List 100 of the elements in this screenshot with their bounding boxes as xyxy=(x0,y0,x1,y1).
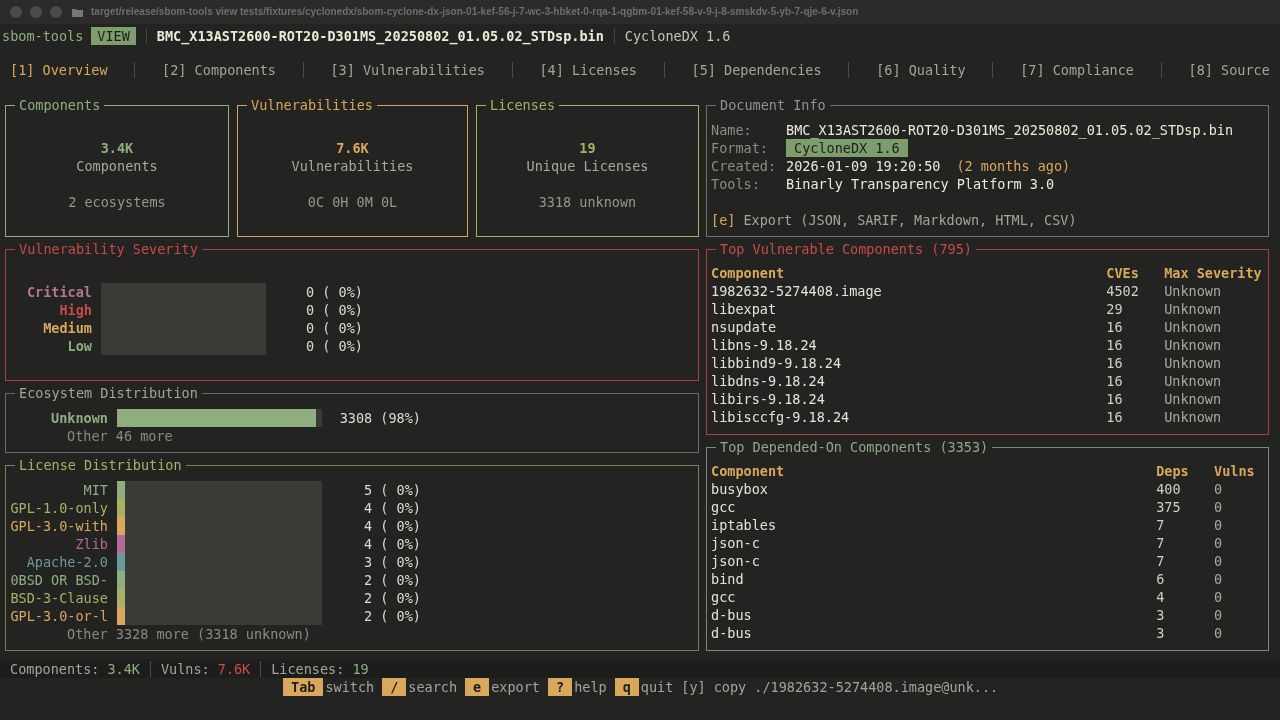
bar-reading: 0 ( 0%) xyxy=(305,283,363,301)
stat-value: 3.4K xyxy=(100,139,134,157)
table-cell-text: libbind9-9.18.24 xyxy=(711,354,843,372)
table-cell-text: Unknown xyxy=(1164,390,1223,408)
table-cell-text: 375 xyxy=(1156,498,1182,516)
table-cell-text: json-c xyxy=(711,534,761,552)
key-hint: switch xyxy=(325,678,375,696)
bar-label: GPL-3.0-with xyxy=(9,517,108,535)
bar-label: MIT xyxy=(82,481,108,499)
table-cell-text: Unknown xyxy=(1164,318,1223,336)
bar-reading: 0 ( 0%) xyxy=(305,319,363,337)
app-name: sbom-tools xyxy=(1,27,84,45)
bar-reading: 5 ( 0%) xyxy=(363,481,421,499)
table-cell-text: 16 xyxy=(1106,354,1124,372)
table-cell-text: Unknown xyxy=(1164,282,1223,300)
table-cell-text: 16 xyxy=(1106,408,1124,426)
bar-label: Zlib xyxy=(74,535,108,553)
table-cell-text: 0 xyxy=(1214,624,1224,642)
table-cell-text: 0 xyxy=(1214,570,1224,588)
table-cell-text: 0 xyxy=(1214,480,1224,498)
format-badge: CycloneDX 1.6 xyxy=(786,139,908,157)
table-cell-text: 7 xyxy=(1156,534,1166,552)
key-hint: copy ./1982632-5274408.image@unk... xyxy=(713,678,999,696)
field-label: Tools: xyxy=(711,175,761,193)
table-cell-text: 1982632-5274408.image xyxy=(711,282,883,300)
file-name: BMC_X13AST2600-ROT20-D301MS_20250802_01.05.02_STDsp.bin xyxy=(156,27,604,45)
stat-value: 19 xyxy=(579,139,596,157)
stat-detail: 2 ecosystems xyxy=(68,193,166,211)
bar-reading: 2 ( 0%) xyxy=(363,571,421,589)
table-cell-text: json-c xyxy=(711,552,761,570)
stat-detail: 0C 0H 0M 0L xyxy=(307,193,398,211)
folder-icon xyxy=(72,7,83,17)
bar-label: Medium xyxy=(42,319,92,337)
table-cell-text: d-bus xyxy=(711,606,753,624)
table-cell-text: gcc xyxy=(711,588,737,606)
field-note: (2 months ago) xyxy=(956,157,1071,175)
status-value: 3.4K xyxy=(107,659,140,678)
field-value: Binarly Transparency Platform 3.0 xyxy=(786,175,1055,193)
tab[interactable]: [2] Components xyxy=(162,61,276,79)
table-cell-text: 29 xyxy=(1106,300,1124,318)
status-label: Vulns: xyxy=(160,659,210,678)
table-cell-text: Unknown xyxy=(1164,336,1223,354)
table-cell-text: Unknown xyxy=(1164,300,1223,318)
field-label: Created: xyxy=(711,157,778,175)
export-key[interactable]: [e] xyxy=(711,211,736,229)
stat-detail: 3318 unknown xyxy=(538,193,637,211)
tab[interactable]: [8] Source xyxy=(1188,61,1270,79)
bar-reading: 0 ( 0%) xyxy=(305,337,363,355)
key-hint: search xyxy=(408,678,458,696)
tab[interactable]: [6] Quality xyxy=(876,61,966,79)
column-header: Deps xyxy=(1156,462,1190,480)
column-header: CVEs xyxy=(1106,264,1140,282)
table-cell-text: 0 xyxy=(1214,552,1224,570)
table-cell-text: libexpat xyxy=(711,300,778,318)
key-cap: Tab xyxy=(283,678,324,696)
table-cell-text: bind xyxy=(711,570,745,588)
panel-title: Top Depended-On Components (3353) xyxy=(716,438,993,456)
table-cell-text: 0 xyxy=(1214,516,1224,534)
table-cell-text: nsupdate xyxy=(711,318,778,336)
table-cell-text: 4 xyxy=(1156,588,1166,606)
minimize-button[interactable] xyxy=(30,6,42,18)
column-header: Component xyxy=(711,264,786,282)
table-cell-text: 7 xyxy=(1156,516,1166,534)
bar-reading: 3308 (98%) xyxy=(338,409,421,427)
tab[interactable]: [3] Vulnerabilities xyxy=(330,61,485,79)
bar-reading: 2 ( 0%) xyxy=(363,607,421,625)
format-label: CycloneDX 1.6 xyxy=(624,27,731,45)
table-cell-text: libdns-9.18.24 xyxy=(711,372,826,390)
table-cell-text: 0 xyxy=(1214,606,1224,624)
tab[interactable]: [7] Compliance xyxy=(1020,61,1134,79)
key-cap: / xyxy=(382,678,407,696)
column-header: Component xyxy=(711,462,786,480)
bar-label: Unknown xyxy=(50,409,108,427)
bar-reading: 4 ( 0%) xyxy=(363,517,421,535)
bar-label: BSD-3-Clause xyxy=(9,589,108,607)
table-cell-text: 0 xyxy=(1214,498,1224,516)
export-label: Export (JSON, SARIF, Markdown, HTML, CSV) xyxy=(743,211,1077,229)
key-cap: ? xyxy=(548,678,573,696)
tab[interactable]: [4] Licenses xyxy=(539,61,637,79)
zoom-button[interactable] xyxy=(50,6,62,18)
table-cell-text: gcc xyxy=(711,498,737,516)
bar-label: Critical xyxy=(25,283,92,301)
close-button[interactable] xyxy=(10,6,22,18)
key-hint: help xyxy=(574,678,607,696)
table-cell-text: 4502 xyxy=(1106,282,1140,300)
table-cell-text: 16 xyxy=(1106,390,1124,408)
table-cell-text: d-bus xyxy=(711,624,753,642)
tab[interactable]: [5] Dependencies xyxy=(691,61,822,79)
key-hint: export xyxy=(491,678,540,696)
table-cell-text: 7 xyxy=(1156,552,1166,570)
table-cell-text: 0 xyxy=(1214,534,1224,552)
panel-title: Top Vulnerable Components (795) xyxy=(716,240,976,258)
status-value: 7.6K xyxy=(217,659,251,678)
bar-label: 0BSD OR BSD- xyxy=(9,571,108,589)
table-cell-text: 400 xyxy=(1156,480,1182,498)
table-cell-text: 0 xyxy=(1214,588,1224,606)
key-cap: [y] xyxy=(681,678,706,696)
table-cell-text: 16 xyxy=(1106,318,1124,336)
table-cell-text: libns-9.18.24 xyxy=(711,336,818,354)
tab[interactable]: [1] Overview xyxy=(10,61,108,79)
